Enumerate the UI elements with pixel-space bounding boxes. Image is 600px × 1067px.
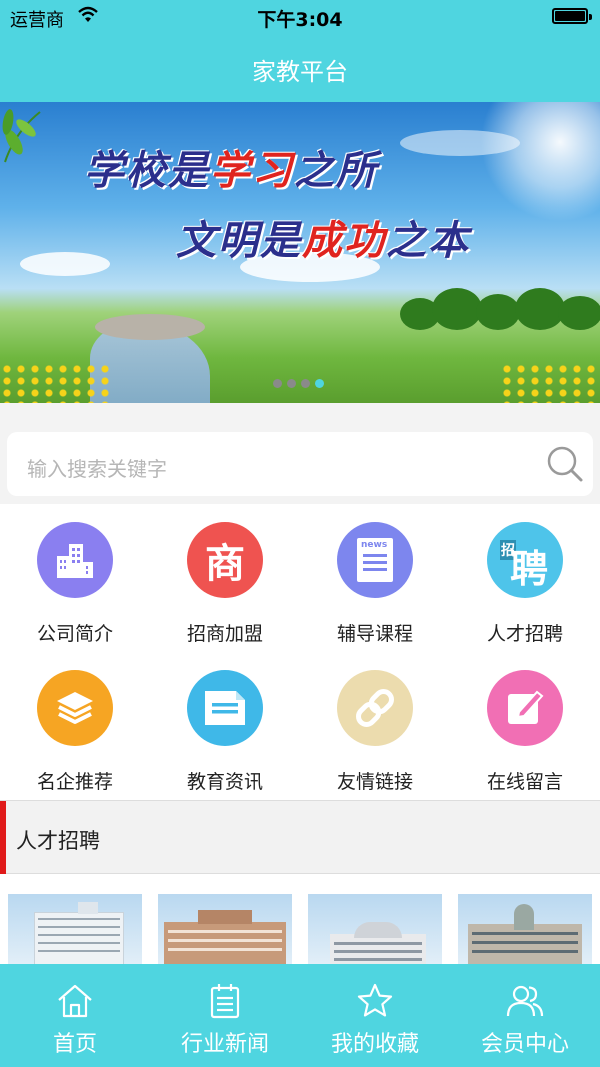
banner-text: 文明是	[176, 217, 302, 264]
recruitment-gallery	[0, 874, 600, 966]
search-placeholder: 输入搜索关键字	[27, 457, 167, 481]
tree	[432, 288, 482, 330]
leaf-icon	[2, 109, 41, 163]
flowers	[500, 363, 600, 403]
gallery-thumbnail[interactable]	[308, 894, 442, 966]
grid-item-company-intro[interactable]: 公司简介	[0, 504, 150, 652]
banner-text: 学校是	[84, 147, 210, 194]
grid-item-courses[interactable]: news 辅导课程	[300, 504, 450, 652]
cloud	[400, 130, 520, 156]
tab-bar: 首页 行业新闻 我的收藏 会员中心	[0, 964, 600, 1067]
grid-item-franchise[interactable]: 商 招商加盟	[150, 504, 300, 652]
tab-label: 我的收藏	[330, 1032, 419, 1057]
banner-text: 之所	[294, 147, 378, 194]
carousel-dot[interactable]	[301, 379, 310, 388]
grid-item-label: 公司简介	[36, 623, 113, 645]
users-icon	[506, 985, 544, 1017]
grid-item-enterprise-recommend[interactable]: 名企推荐	[0, 652, 150, 800]
edit-icon	[487, 670, 563, 746]
grid-item-education-news[interactable]: 教育资讯	[150, 652, 300, 800]
star-icon	[357, 983, 393, 1017]
news-glyph: news	[361, 540, 388, 550]
recruit-glyph: 聘	[510, 547, 549, 591]
home-icon	[58, 984, 92, 1018]
banner-line-2: 文明是成功之本	[176, 208, 470, 266]
section-header: 人才招聘	[0, 800, 600, 875]
feature-grid: 公司简介 商 招商加盟 news 辅导课程 招 聘 人才招聘 名企推荐 教育资讯…	[0, 504, 600, 800]
search-input[interactable]: 输入搜索关键字	[7, 432, 593, 496]
tab-favorites[interactable]: 我的收藏	[300, 964, 450, 1067]
shop-glyph: 商	[205, 541, 245, 587]
banner-carousel[interactable]: 学校是学习之所 文明是成功之本	[0, 102, 600, 403]
tab-label: 行业新闻	[180, 1032, 269, 1057]
grid-item-label: 友情链接	[336, 771, 413, 793]
clock: 下午3:04	[257, 9, 343, 31]
grid-item-recruitment[interactable]: 招 聘 人才招聘	[450, 504, 600, 652]
section-accent-bar	[0, 801, 6, 875]
recruit-icon: 招 聘	[487, 522, 563, 598]
carousel-dot-active[interactable]	[315, 379, 324, 388]
rocks	[95, 314, 205, 340]
tab-label: 首页	[52, 1032, 97, 1057]
page-title: 家教平台	[252, 58, 348, 86]
gallery-thumbnail[interactable]	[158, 894, 292, 966]
grid-item-label: 人才招聘	[486, 623, 563, 645]
battery-icon	[552, 8, 592, 24]
shop-icon: 商	[187, 522, 263, 598]
gallery-thumbnail[interactable]	[458, 894, 592, 966]
news-icon: news	[337, 522, 413, 598]
tree	[558, 296, 600, 330]
section-title: 人才招聘	[16, 829, 100, 853]
grid-item-label: 招商加盟	[186, 623, 263, 645]
carousel-dot[interactable]	[287, 379, 296, 388]
banner-line-1: 学校是学习之所	[84, 138, 378, 196]
tab-home[interactable]: 首页	[0, 964, 150, 1067]
carousel-indicator[interactable]	[273, 379, 324, 388]
status-bar: 运营商 下午3:04	[0, 0, 600, 34]
tree	[476, 294, 520, 330]
news-clipboard-icon	[210, 984, 240, 1019]
gallery-thumbnail[interactable]	[8, 894, 142, 966]
banner-text: 之本	[386, 217, 470, 264]
link-icon	[337, 670, 413, 746]
grid-item-label: 辅导课程	[336, 623, 413, 645]
cloud	[20, 252, 110, 276]
grid-item-message[interactable]: 在线留言	[450, 652, 600, 800]
tab-member-center[interactable]: 会员中心	[450, 964, 600, 1067]
nav-bar: 家教平台	[0, 34, 600, 102]
grid-item-friendly-links[interactable]: 友情链接	[300, 652, 450, 800]
banner-text-highlight: 学习	[210, 147, 294, 194]
banner-text-highlight: 成功	[302, 217, 386, 264]
search-icon[interactable]	[545, 444, 585, 484]
sun-glow	[480, 102, 600, 222]
building-icon	[37, 522, 113, 598]
tab-label: 会员中心	[480, 1032, 569, 1057]
grid-item-label: 名企推荐	[36, 771, 113, 793]
tab-industry-news[interactable]: 行业新闻	[150, 964, 300, 1067]
grid-item-label: 教育资讯	[186, 771, 263, 793]
carousel-dot[interactable]	[273, 379, 282, 388]
grid-item-label: 在线留言	[486, 771, 563, 793]
layers-icon	[37, 670, 113, 746]
flowers	[0, 363, 110, 403]
document-icon	[187, 670, 263, 746]
